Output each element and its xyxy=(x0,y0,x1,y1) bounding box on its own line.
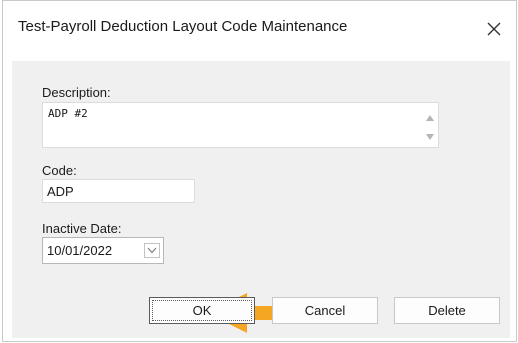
date-dropdown-button[interactable] xyxy=(144,243,160,258)
inactive-date-picker[interactable]: 10/01/2022 xyxy=(42,237,164,264)
scroll-up-icon[interactable] xyxy=(426,115,434,121)
description-textarea[interactable]: ADP #2 xyxy=(42,102,439,148)
close-button[interactable] xyxy=(472,11,516,47)
ok-button[interactable]: OK xyxy=(149,297,255,324)
cancel-button[interactable]: Cancel xyxy=(272,297,378,324)
chevron-down-icon xyxy=(147,247,157,254)
title-bar: Test-Payroll Deduction Layout Code Maint… xyxy=(3,1,516,59)
inactive-date-value: 10/01/2022 xyxy=(47,243,113,258)
close-icon xyxy=(487,22,501,36)
form-panel: Description: ADP #2 Code: ADP Inactive D… xyxy=(25,65,494,275)
dialog-window: Test-Payroll Deduction Layout Code Maint… xyxy=(2,0,517,342)
window-title: Test-Payroll Deduction Layout Code Maint… xyxy=(18,18,348,35)
code-input[interactable]: ADP xyxy=(42,179,195,203)
scroll-down-icon[interactable] xyxy=(426,134,434,140)
code-label: Code: xyxy=(42,163,77,178)
delete-button[interactable]: Delete xyxy=(394,297,500,324)
dialog-body: Description: ADP #2 Code: ADP Inactive D… xyxy=(12,61,510,338)
inactive-date-label: Inactive Date: xyxy=(42,221,122,236)
description-label: Description: xyxy=(42,85,111,100)
code-value: ADP xyxy=(47,184,74,199)
description-value: ADP #2 xyxy=(48,107,88,120)
